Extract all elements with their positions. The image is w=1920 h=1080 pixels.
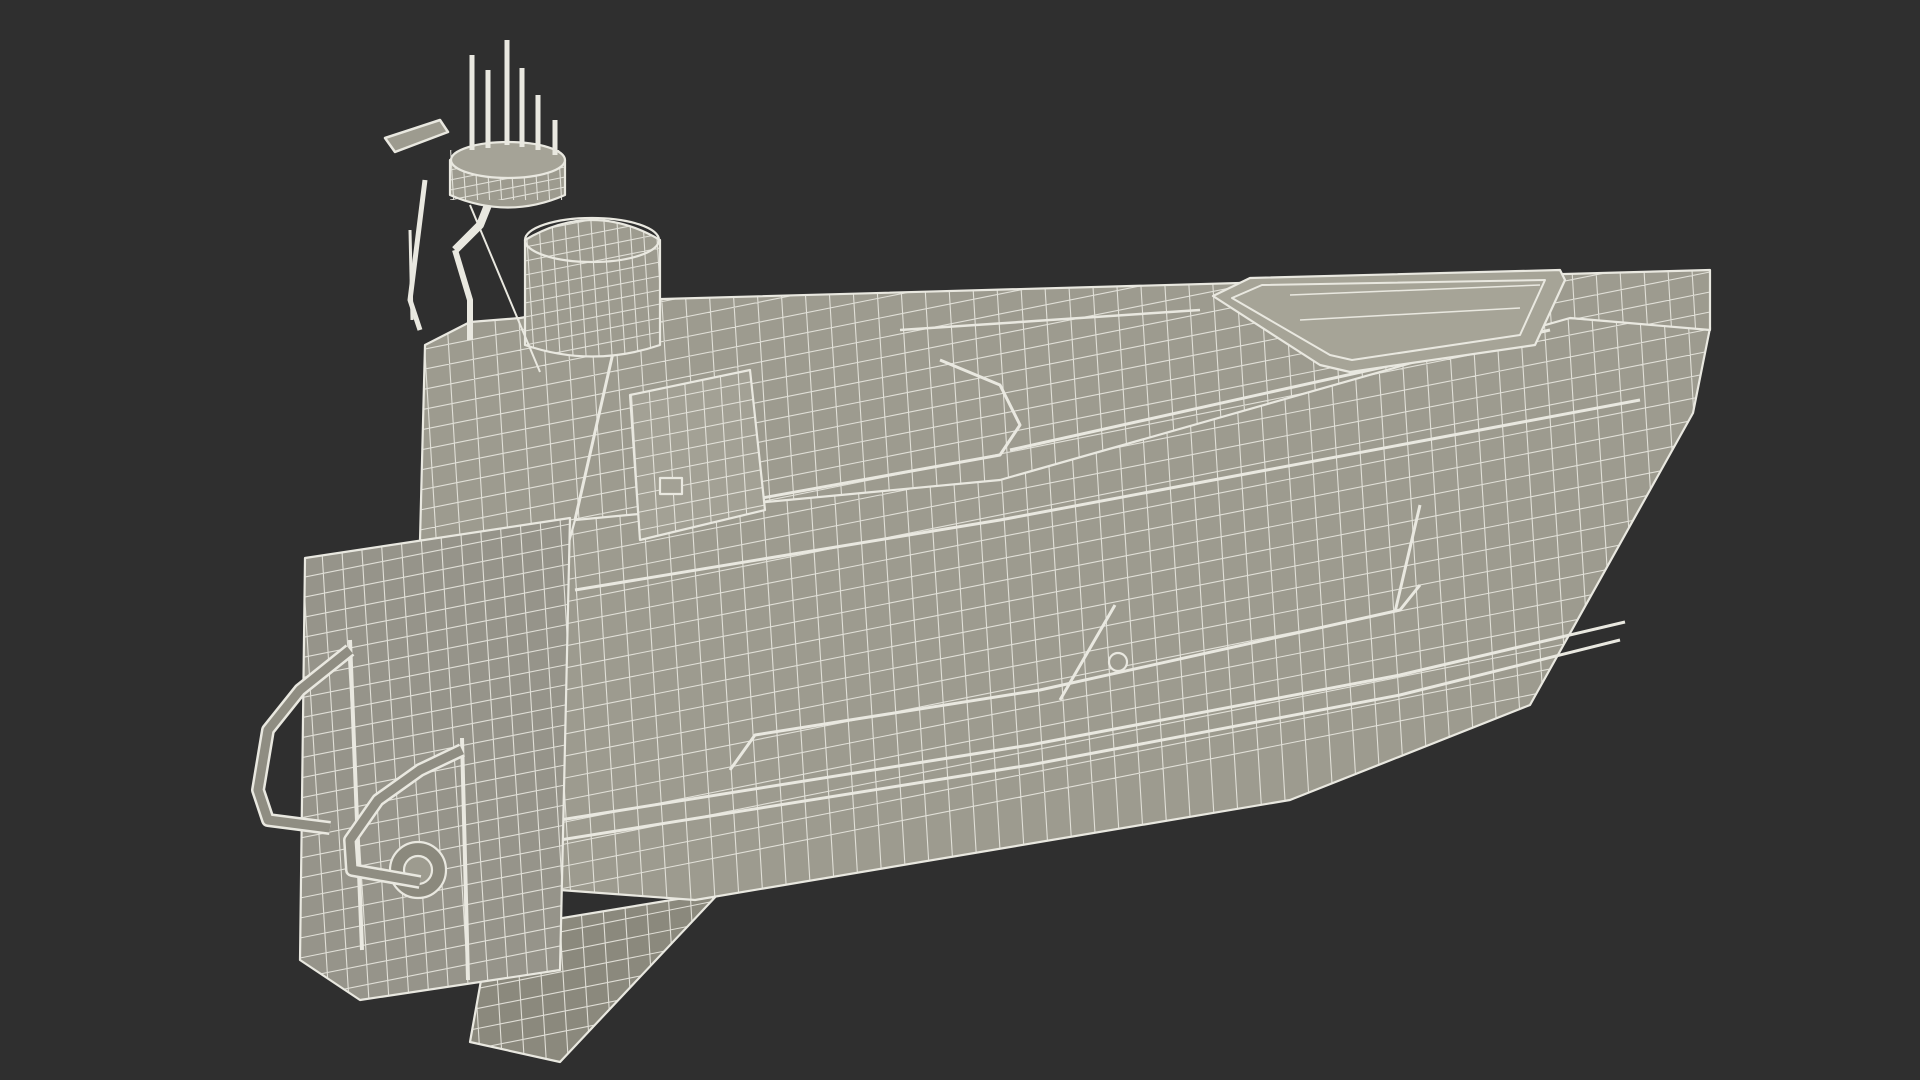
render-viewport (0, 0, 1920, 1080)
scene-canvas (0, 0, 1920, 1080)
